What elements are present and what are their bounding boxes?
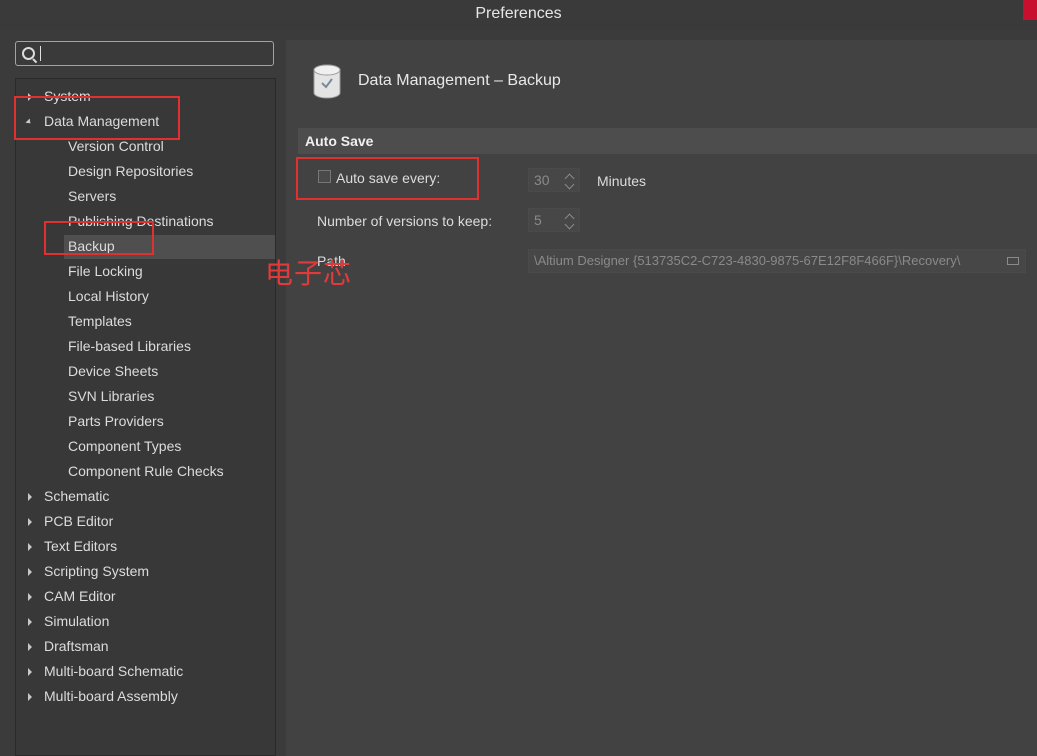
tree-item-cam-editor[interactable]: CAM Editor (16, 584, 275, 609)
tree-item-local-history[interactable]: Local History (16, 284, 275, 309)
tree-item-schematic[interactable]: Schematic (16, 484, 275, 509)
tree-item-label: File-based Libraries (68, 338, 191, 354)
section-header-auto-save: Auto Save (298, 128, 1037, 154)
tree-item-label: File Locking (68, 263, 143, 279)
tree-item-label: SVN Libraries (68, 388, 155, 404)
tree-item-text-editors[interactable]: Text Editors (16, 534, 275, 559)
tree-item-multi-board-schematic[interactable]: Multi-board Schematic (16, 659, 275, 684)
tree-item-pcb-editor[interactable]: PCB Editor (16, 509, 275, 534)
tree-item-label: Templates (68, 313, 132, 329)
tree-item-label: PCB Editor (44, 513, 114, 529)
tree-item-label: Local History (68, 288, 149, 304)
spin-down-icon[interactable] (564, 179, 575, 190)
watermark-text: 电子芯 (265, 257, 353, 290)
tree-item-label: Multi-board Assembly (44, 688, 178, 704)
tree-item-simulation[interactable]: Simulation (16, 609, 275, 634)
tree-item-label: Scripting System (44, 563, 150, 579)
collapsed-arrow-icon[interactable] (28, 668, 32, 676)
collapsed-arrow-icon[interactable] (28, 543, 32, 551)
close-button[interactable] (1023, 0, 1037, 20)
tree-item-design-repositories[interactable]: Design Repositories (16, 159, 275, 184)
tree-item-device-sheets[interactable]: Device Sheets (16, 359, 275, 384)
collapsed-arrow-icon[interactable] (28, 568, 32, 576)
window-title: Preferences (475, 5, 562, 22)
content-panel: Data Management – Backup Auto Save Auto … (286, 40, 1037, 756)
collapsed-arrow-icon[interactable] (28, 693, 32, 701)
window-title-bar: Preferences (0, 0, 1037, 30)
versions-label: Number of versions to keep: (317, 213, 493, 229)
tree-item-label: Component Rule Checks (68, 463, 224, 479)
tree-item-templates[interactable]: Templates (16, 309, 275, 334)
tree-item-label: Draftsman (44, 638, 109, 654)
tree-item-label: Servers (68, 188, 117, 204)
tree-item-file-based-libraries[interactable]: File-based Libraries (16, 334, 275, 359)
tree-item-servers[interactable]: Servers (16, 184, 275, 209)
tree-item-label: Parts Providers (68, 413, 164, 429)
annotation-box-auto-save (296, 157, 479, 200)
auto-save-minutes-value: 30 (534, 172, 550, 188)
tree-item-parts-providers[interactable]: Parts Providers (16, 409, 275, 434)
tree-item-label: Multi-board Schematic (44, 663, 184, 679)
tree-item-label: Simulation (44, 613, 110, 629)
spin-down-icon[interactable] (564, 219, 575, 230)
collapsed-arrow-icon[interactable] (28, 518, 32, 526)
collapsed-arrow-icon[interactable] (28, 593, 32, 601)
tree-item-file-locking[interactable]: File Locking (16, 259, 275, 284)
tree-item-component-rule-checks[interactable]: Component Rule Checks (16, 459, 275, 484)
auto-save-minutes-spinner[interactable]: 30 (528, 168, 580, 192)
page-title: Data Management – Backup (358, 72, 561, 89)
search-icon (22, 47, 35, 60)
preferences-tree[interactable]: System Data Management Version Control Desi… (15, 78, 276, 756)
tree-item-label: Schematic (44, 488, 110, 504)
path-field[interactable]: \Altium Designer {513735C2-C723-4830-987… (528, 249, 1026, 273)
tree-item-label: Component Types (68, 438, 182, 454)
text-caret (40, 46, 41, 61)
versions-spinner[interactable]: 5 (528, 208, 580, 232)
annotation-box-data-management (14, 96, 180, 140)
tree-item-label: Text Editors (44, 538, 118, 554)
tree-item-label: CAM Editor (44, 588, 116, 604)
versions-value: 5 (534, 212, 542, 228)
tree-item-label: Device Sheets (68, 363, 159, 379)
annotation-box-backup (44, 221, 154, 255)
search-input[interactable] (15, 41, 274, 66)
collapsed-arrow-icon[interactable] (28, 493, 32, 501)
tree-item-label: Design Repositories (68, 163, 194, 179)
database-icon (313, 64, 341, 99)
tree-item-component-types[interactable]: Component Types (16, 434, 275, 459)
tree-item-multi-board-assembly[interactable]: Multi-board Assembly (16, 684, 275, 709)
tree-item-scripting-system[interactable]: Scripting System (16, 559, 275, 584)
tree-item-svn-libraries[interactable]: SVN Libraries (16, 384, 275, 409)
collapsed-arrow-icon[interactable] (28, 643, 32, 651)
tree-item-draftsman[interactable]: Draftsman (16, 634, 275, 659)
minutes-label: Minutes (597, 173, 647, 189)
folder-browse-icon[interactable] (1007, 257, 1019, 265)
path-value: \Altium Designer {513735C2-C723-4830-987… (534, 253, 961, 268)
collapsed-arrow-icon[interactable] (28, 618, 32, 626)
